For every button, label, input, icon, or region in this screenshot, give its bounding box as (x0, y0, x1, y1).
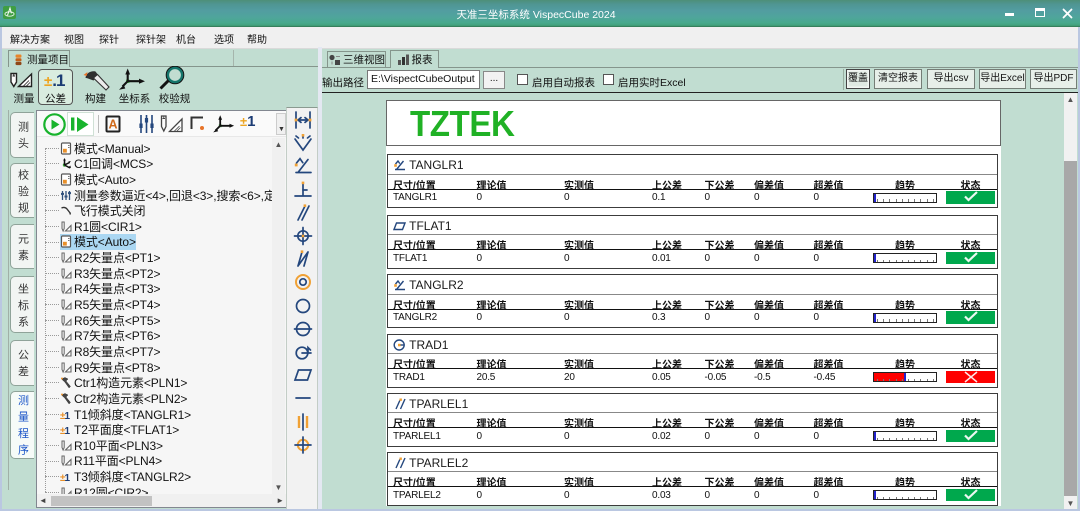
svg-text:A: A (108, 118, 117, 132)
